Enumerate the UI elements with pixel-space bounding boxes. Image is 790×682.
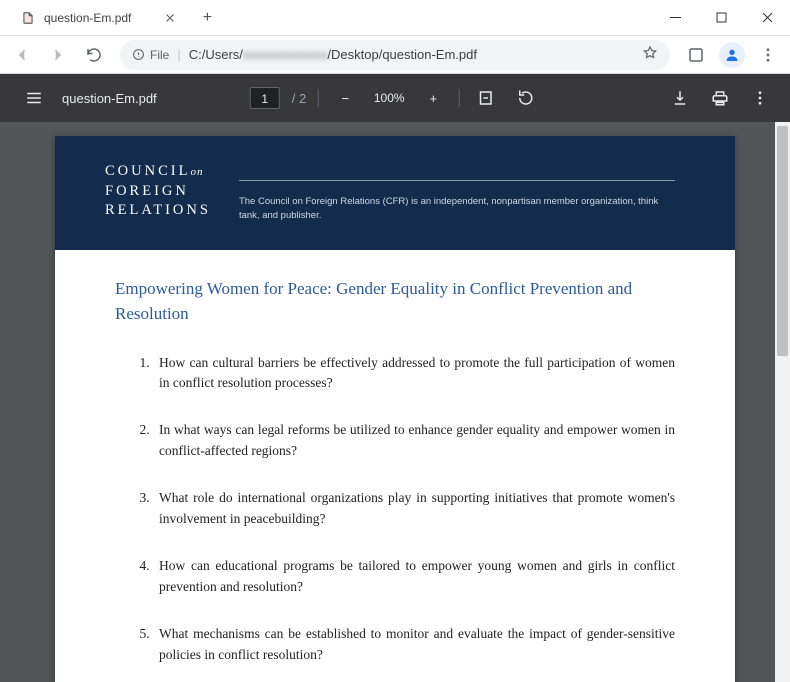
question-list: How can cultural barriers be effectively…	[115, 353, 675, 666]
pdf-menu-icon[interactable]	[16, 80, 52, 116]
pdf-filename: question-Em.pdf	[62, 91, 157, 106]
zoom-value: 100%	[371, 91, 407, 105]
cfr-logo: COUNCILon FOREIGN RELATIONS	[105, 162, 211, 221]
list-item: What role do international organizations…	[153, 488, 675, 530]
list-item: How can cultural barriers be effectively…	[153, 353, 675, 395]
browser-tab-active[interactable]: question-Em.pdf	[8, 2, 187, 34]
document-body: Empowering Women for Peace: Gender Equal…	[55, 250, 735, 682]
window-close-button[interactable]	[744, 0, 790, 36]
document-header-text: The Council on Foreign Relations (CFR) i…	[239, 180, 675, 224]
vertical-scrollbar[interactable]	[775, 122, 790, 682]
pdf-more-icon[interactable]	[746, 84, 774, 112]
pdf-page: COUNCILon FOREIGN RELATIONS The Council …	[55, 136, 735, 682]
list-item: How can educational programs be tailored…	[153, 556, 675, 598]
reload-button[interactable]	[78, 39, 110, 71]
url-path: C:/Users/xxxxxxxxxxxxx/Desktop/question-…	[189, 47, 477, 62]
list-item: What mechanisms can be established to mo…	[153, 624, 675, 666]
pdf-toolbar: question-Em.pdf 1 / 2 − 100% +	[0, 74, 790, 122]
extensions-icon[interactable]	[680, 39, 712, 71]
document-header-banner: COUNCILon FOREIGN RELATIONS The Council …	[55, 136, 735, 250]
close-tab-icon[interactable]	[163, 11, 177, 25]
scrollbar-thumb[interactable]	[777, 126, 788, 356]
window-titlebar: question-Em.pdf +	[0, 0, 790, 36]
window-maximize-button[interactable]	[698, 0, 744, 36]
download-icon[interactable]	[666, 84, 694, 112]
fit-page-icon[interactable]	[472, 84, 500, 112]
profile-avatar[interactable]	[716, 39, 748, 71]
window-minimize-button[interactable]	[652, 0, 698, 36]
new-tab-button[interactable]: +	[193, 4, 221, 32]
page-separator: / 2	[292, 91, 306, 106]
address-bar[interactable]: File | C:/Users/xxxxxxxxxxxxx/Desktop/qu…	[120, 40, 670, 70]
back-button[interactable]	[6, 39, 38, 71]
print-icon[interactable]	[706, 84, 734, 112]
browser-toolbar: File | C:/Users/xxxxxxxxxxxxx/Desktop/qu…	[0, 36, 790, 74]
forward-button[interactable]	[42, 39, 74, 71]
pdf-viewport[interactable]: COUNCILon FOREIGN RELATIONS The Council …	[0, 122, 790, 682]
toolbar-divider	[459, 89, 460, 107]
file-label: File	[150, 48, 169, 62]
browser-menu-icon[interactable]	[752, 39, 784, 71]
document-title: Empowering Women for Peace: Gender Equal…	[115, 276, 675, 327]
zoom-out-button[interactable]: −	[331, 84, 359, 112]
tab-title: question-Em.pdf	[44, 11, 131, 25]
rotate-icon[interactable]	[512, 84, 540, 112]
bookmark-star-icon[interactable]	[642, 45, 658, 64]
file-origin-chip: File	[132, 48, 169, 62]
pdf-favicon-icon	[20, 10, 36, 26]
toolbar-divider	[318, 89, 319, 107]
page-current-input[interactable]: 1	[250, 87, 280, 109]
list-item: In what ways can legal reforms be utiliz…	[153, 420, 675, 462]
zoom-in-button[interactable]: +	[419, 84, 447, 112]
